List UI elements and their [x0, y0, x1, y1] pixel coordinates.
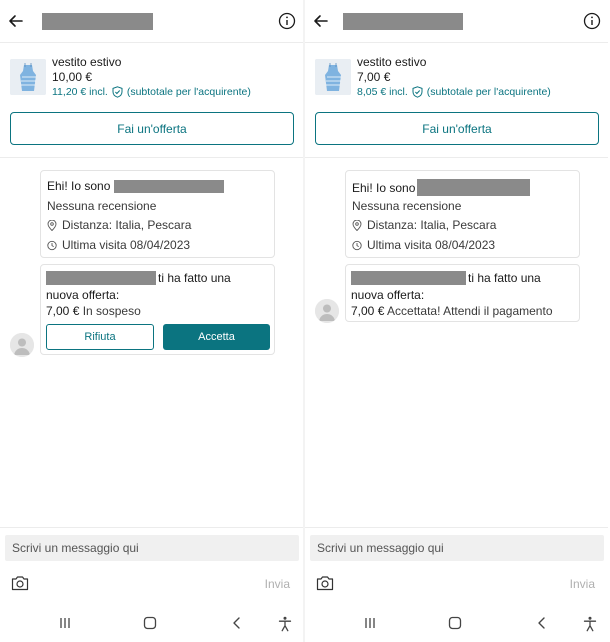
chat-header	[0, 0, 303, 42]
make-offer-button[interactable]: Fai un'offerta	[315, 112, 599, 145]
system-nav-bar	[305, 604, 608, 642]
accessibility-icon[interactable]	[583, 616, 597, 632]
seller-profile-card: Ehi! Io sono Nessuna recensione Distanza…	[345, 170, 580, 258]
offer-amount-line: 7,00 € Accettata! Attendi il pagamento	[351, 304, 553, 318]
offer-message-card: ti ha fatto una nuova offerta: 7,00 € In…	[40, 264, 275, 355]
greeting-line: Ehi! Io sono	[352, 179, 531, 196]
system-nav-bar	[0, 604, 303, 642]
offer-status: In sospeso	[82, 304, 141, 318]
new-offer-text: nuova offerta:	[351, 288, 425, 302]
accessibility-icon[interactable]	[278, 616, 292, 632]
offer-status: Accettata! Attendi il pagamento	[387, 304, 553, 318]
shield-icon	[112, 86, 123, 98]
divider	[305, 42, 608, 43]
avatar-icon[interactable]	[10, 333, 34, 357]
chat-panel-pending-offer: vestito estivo 10,00 € 11,20 € incl. (su…	[0, 0, 303, 642]
offer-amount-line: 7,00 € In sospeso	[46, 304, 141, 318]
nav-recents-icon[interactable]	[363, 616, 377, 630]
redacted-username	[42, 13, 153, 30]
offer-message-card: ti ha fatto una nuova offerta: 7,00 € Ac…	[345, 264, 580, 322]
location-pin-icon	[47, 219, 57, 231]
info-icon[interactable]	[278, 12, 296, 30]
info-icon[interactable]	[583, 12, 601, 30]
greeting-line: Ehi! Io sono	[47, 179, 225, 193]
incl-price: 11,20 € incl.	[52, 86, 108, 98]
clock-icon	[352, 240, 362, 250]
nav-recents-icon[interactable]	[58, 616, 72, 630]
send-button[interactable]: Invia	[570, 577, 595, 591]
buyer-subtotal-label: (subtotale per l'acquirente)	[126, 86, 251, 98]
new-offer-text: nuova offerta:	[46, 288, 120, 302]
reviews-text: Nessuna recensione	[352, 199, 462, 213]
nav-home-icon[interactable]	[143, 616, 157, 630]
product-thumbnail[interactable]	[315, 59, 351, 95]
chat-header	[305, 0, 608, 42]
clock-icon	[47, 240, 57, 250]
reviews-text: Nessuna recensione	[47, 199, 157, 213]
incl-price: 8,05 € incl.	[357, 86, 408, 98]
shield-icon	[412, 86, 423, 98]
last-visit-text: Ultima visita 08/04/2023	[367, 238, 496, 252]
offer-amount: 7,00 €	[351, 304, 385, 318]
composer-divider	[305, 527, 608, 528]
redacted-username	[46, 271, 156, 285]
product-title: vestito estivo	[52, 55, 122, 69]
product-title: vestito estivo	[357, 55, 427, 69]
greeting-text: Ehi! Io sono	[352, 180, 416, 195]
accept-button[interactable]: Accetta	[163, 324, 270, 350]
camera-icon[interactable]	[11, 575, 29, 591]
product-price: 10,00 €	[52, 70, 93, 84]
chat-panel-accepted-offer: vestito estivo 7,00 € 8,05 € incl. (subt…	[305, 0, 608, 642]
message-input[interactable]: Scrivi un messaggio qui	[310, 535, 604, 561]
message-input[interactable]: Scrivi un messaggio qui	[5, 535, 299, 561]
redacted-username	[114, 179, 225, 193]
made-offer-text: ti ha fatto una	[158, 271, 231, 285]
nav-home-icon[interactable]	[448, 616, 462, 630]
composer-divider	[0, 527, 303, 528]
redacted-username	[343, 13, 463, 30]
divider	[0, 42, 303, 43]
back-arrow-icon[interactable]	[6, 11, 26, 31]
last-visit-text: Ultima visita 08/04/2023	[62, 238, 191, 252]
offer-line-made: ti ha fatto una	[351, 271, 541, 285]
offer-amount: 7,00 €	[46, 304, 80, 318]
redacted-username	[351, 271, 466, 285]
avatar-icon[interactable]	[315, 299, 339, 323]
made-offer-text: ti ha fatto una	[468, 271, 541, 285]
distance-row: Distanza: Italia, Pescara	[47, 218, 191, 232]
make-offer-button[interactable]: Fai un'offerta	[10, 112, 294, 145]
distance-row: Distanza: Italia, Pescara	[352, 218, 496, 232]
offer-line-made: ti ha fatto una	[46, 271, 231, 285]
decline-button[interactable]: Rifiuta	[46, 324, 154, 350]
last-visit-row: Ultima visita 08/04/2023	[352, 238, 495, 252]
camera-icon[interactable]	[316, 575, 334, 591]
location-pin-icon	[352, 219, 362, 231]
distance-text: Distanza: Italia, Pescara	[367, 218, 497, 232]
seller-profile-card: Ehi! Io sono Nessuna recensione Distanza…	[40, 170, 275, 258]
nav-back-icon[interactable]	[536, 616, 548, 630]
last-visit-row: Ultima visita 08/04/2023	[47, 238, 190, 252]
nav-back-icon[interactable]	[231, 616, 243, 630]
buyer-price-info[interactable]: 8,05 € incl. (subtotale per l'acquirente…	[357, 86, 551, 98]
distance-text: Distanza: Italia, Pescara	[62, 218, 192, 232]
send-button[interactable]: Invia	[265, 577, 290, 591]
product-thumbnail[interactable]	[10, 59, 46, 95]
greeting-text: Ehi! Io sono	[47, 179, 111, 193]
divider	[305, 157, 608, 158]
buyer-price-info[interactable]: 11,20 € incl. (subtotale per l'acquirent…	[52, 86, 251, 98]
buyer-subtotal-label: (subtotale per l'acquirente)	[426, 86, 551, 98]
redacted-username	[417, 179, 531, 196]
back-arrow-icon[interactable]	[311, 11, 331, 31]
product-price: 7,00 €	[357, 70, 391, 84]
divider	[0, 157, 303, 158]
